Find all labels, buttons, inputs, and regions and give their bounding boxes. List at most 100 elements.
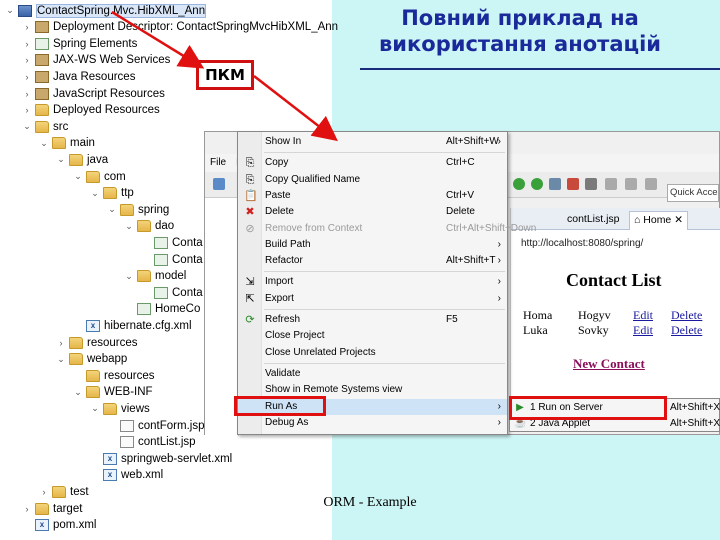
chevron-right-icon[interactable]: › bbox=[38, 487, 50, 497]
menu-item-copy-qualified-name[interactable]: ⎘ Copy Qualified Name bbox=[238, 172, 507, 188]
menu-item-copy[interactable]: ⎘ Copy Ctrl+C bbox=[238, 155, 507, 171]
toolbar-misc-icon[interactable] bbox=[645, 178, 657, 190]
tree-item[interactable]: › Deployment Descriptor: ContactSpringMvc… bbox=[21, 19, 338, 36]
chevron-right-icon[interactable]: › bbox=[21, 22, 33, 32]
tree-item[interactable]: ⌄ ttp bbox=[89, 185, 134, 202]
new-contact-link[interactable]: New Contact bbox=[573, 356, 645, 372]
tree-item[interactable]: ⌄ model bbox=[123, 268, 186, 285]
chevron-down-icon[interactable]: ⌄ bbox=[123, 271, 135, 282]
menu-item-remove-from-context[interactable]: ⊘ Remove from Context Ctrl+Alt+Shift+Down bbox=[238, 221, 536, 237]
chevron-down-icon[interactable]: ⌄ bbox=[123, 221, 135, 232]
tree-item[interactable]: x web.xml bbox=[89, 467, 163, 484]
chevron-right-icon[interactable]: › bbox=[21, 39, 33, 49]
tree-item[interactable]: ⌄ com bbox=[72, 168, 126, 185]
tree-item[interactable]: › JavaScript Resources bbox=[21, 85, 165, 102]
menu-item-label: Refresh bbox=[265, 314, 301, 325]
tree-item[interactable]: › resources bbox=[55, 334, 138, 351]
browser-url[interactable]: http://localhost:8080/spring/ bbox=[521, 238, 643, 249]
chevron-right-icon[interactable]: › bbox=[21, 72, 33, 82]
chevron-down-icon[interactable]: ⌄ bbox=[89, 188, 101, 199]
chevron-down-icon[interactable]: ⌄ bbox=[72, 387, 84, 398]
tab-home[interactable]: ⌂ Home ✕ bbox=[629, 211, 688, 230]
chevron-right-icon[interactable]: › bbox=[21, 55, 33, 65]
menu-item-export[interactable]: ⇱ Export › bbox=[238, 291, 507, 307]
tree-item[interactable]: › JAX-WS Web Services bbox=[21, 52, 170, 69]
tree-item[interactable]: ⌄ dao bbox=[123, 218, 174, 235]
tree-item[interactable]: ⌄ main bbox=[38, 135, 95, 152]
toolbar-new-icon[interactable] bbox=[213, 178, 225, 190]
chevron-down-icon[interactable]: ⌄ bbox=[89, 403, 101, 414]
toolbar-nav-forward-icon[interactable] bbox=[625, 178, 637, 190]
menubar-file[interactable]: File bbox=[205, 154, 231, 172]
tree-item[interactable]: › test bbox=[38, 483, 89, 500]
menu-item-validate[interactable]: Validate bbox=[238, 366, 507, 382]
menu-separator bbox=[264, 362, 505, 364]
copy-icon: ⎘ bbox=[245, 173, 255, 186]
contact-surname: Sovky bbox=[578, 323, 609, 337]
menu-item-close-unrelated-projects[interactable]: Close Unrelated Projects bbox=[238, 345, 507, 361]
menu-item-import[interactable]: ⇲ Import › bbox=[238, 274, 507, 290]
tree-item[interactable]: Conta bbox=[140, 234, 203, 251]
chevron-right-icon[interactable]: › bbox=[21, 504, 33, 514]
chevron-right-icon[interactable]: › bbox=[21, 89, 33, 99]
tree-item[interactable]: ⌄ views bbox=[89, 400, 150, 417]
delete-link[interactable]: Delete bbox=[671, 308, 711, 323]
tree-item-label: ttp bbox=[121, 187, 134, 200]
chevron-down-icon[interactable]: ⌄ bbox=[55, 154, 67, 165]
chevron-down-icon[interactable]: ⌄ bbox=[72, 171, 84, 182]
tree-item[interactable]: contList.jsp bbox=[106, 434, 196, 451]
tree-item-label: Java Resources bbox=[53, 70, 136, 83]
menu-item-refresh[interactable]: ⟳ Refresh F5 bbox=[238, 312, 507, 328]
toolbar-run-icon[interactable] bbox=[513, 178, 525, 190]
submenu-arrow-icon: › bbox=[497, 238, 501, 250]
tree-item[interactable]: › Java Resources bbox=[21, 68, 135, 85]
toolbar-server-icon[interactable] bbox=[567, 178, 579, 190]
toolbar-nav-back-icon[interactable] bbox=[605, 178, 617, 190]
tree-item[interactable]: ⌄ WEB-INF bbox=[72, 384, 153, 401]
toolbar-debug-icon[interactable] bbox=[531, 178, 543, 190]
tab-contlist-jsp[interactable]: contList.jsp bbox=[563, 211, 624, 230]
tree-item[interactable]: Conta bbox=[140, 251, 203, 268]
tree-item[interactable]: x pom.xml bbox=[21, 517, 96, 534]
tree-item[interactable]: x springweb-servlet.xml bbox=[89, 450, 232, 467]
delete-link[interactable]: Delete bbox=[671, 323, 711, 338]
tree-item-label: model bbox=[155, 270, 187, 283]
chevron-down-icon[interactable]: ⌄ bbox=[55, 354, 67, 365]
chevron-down-icon[interactable]: ⌄ bbox=[106, 204, 118, 215]
tree-item[interactable]: › Deployed Resources bbox=[21, 102, 160, 119]
tree-item[interactable]: resources bbox=[72, 367, 155, 384]
tree-item[interactable]: contForm.jsp bbox=[106, 417, 204, 434]
menu-item-label: Close Project bbox=[265, 330, 325, 342]
chevron-right-icon[interactable]: › bbox=[21, 105, 33, 115]
quick-access-input[interactable]: Quick Access bbox=[667, 184, 719, 202]
menu-item-show-in[interactable]: Show In Alt+Shift+W › bbox=[238, 134, 507, 150]
edit-link[interactable]: Edit bbox=[633, 308, 671, 323]
tree-item[interactable]: ⌄ java bbox=[55, 151, 108, 168]
chevron-down-icon[interactable]: ⌄ bbox=[21, 121, 33, 132]
tree-item[interactable]: › Spring Elements bbox=[21, 35, 137, 52]
tree-item[interactable]: ⌄ spring bbox=[106, 201, 169, 218]
tree-item[interactable]: › target bbox=[21, 500, 82, 517]
toolbar-external-tools-icon[interactable] bbox=[549, 178, 561, 190]
menu-item-refactor[interactable]: Refactor Alt+Shift+T › bbox=[238, 253, 507, 269]
tree-item[interactable]: ⌄ src bbox=[21, 118, 68, 135]
tree-item[interactable]: ⌄ ContactSpring.Mvc.HibXML_Ann bbox=[4, 2, 207, 19]
tree-item-label: WEB-INF bbox=[104, 386, 153, 399]
chevron-down-icon[interactable]: ⌄ bbox=[4, 5, 16, 16]
toolbar-search-icon[interactable] bbox=[585, 178, 597, 190]
menu-item-label: Build Path bbox=[265, 238, 311, 250]
tree-item[interactable]: ⌄ webapp bbox=[55, 351, 127, 368]
tree-item[interactable]: Conta bbox=[140, 284, 203, 301]
chevron-right-icon[interactable]: › bbox=[55, 338, 67, 348]
tree-item[interactable]: HomeCo bbox=[123, 301, 200, 318]
menu-item-build-path[interactable]: Build Path › bbox=[238, 237, 507, 253]
menu-item-delete[interactable]: ✖ Delete Delete bbox=[238, 204, 507, 220]
tree-item[interactable]: x hibernate.cfg.xml bbox=[72, 317, 192, 334]
edit-link[interactable]: Edit bbox=[633, 323, 671, 338]
menu-item-paste[interactable]: 📋 Paste Ctrl+V bbox=[238, 188, 507, 204]
contact-name: Homa bbox=[523, 308, 553, 322]
menu-item-debug-as[interactable]: Debug As › bbox=[238, 415, 507, 431]
menu-item-label: Validate bbox=[265, 367, 301, 379]
menu-item-close-project[interactable]: Close Project bbox=[238, 328, 507, 344]
chevron-down-icon[interactable]: ⌄ bbox=[38, 138, 50, 149]
